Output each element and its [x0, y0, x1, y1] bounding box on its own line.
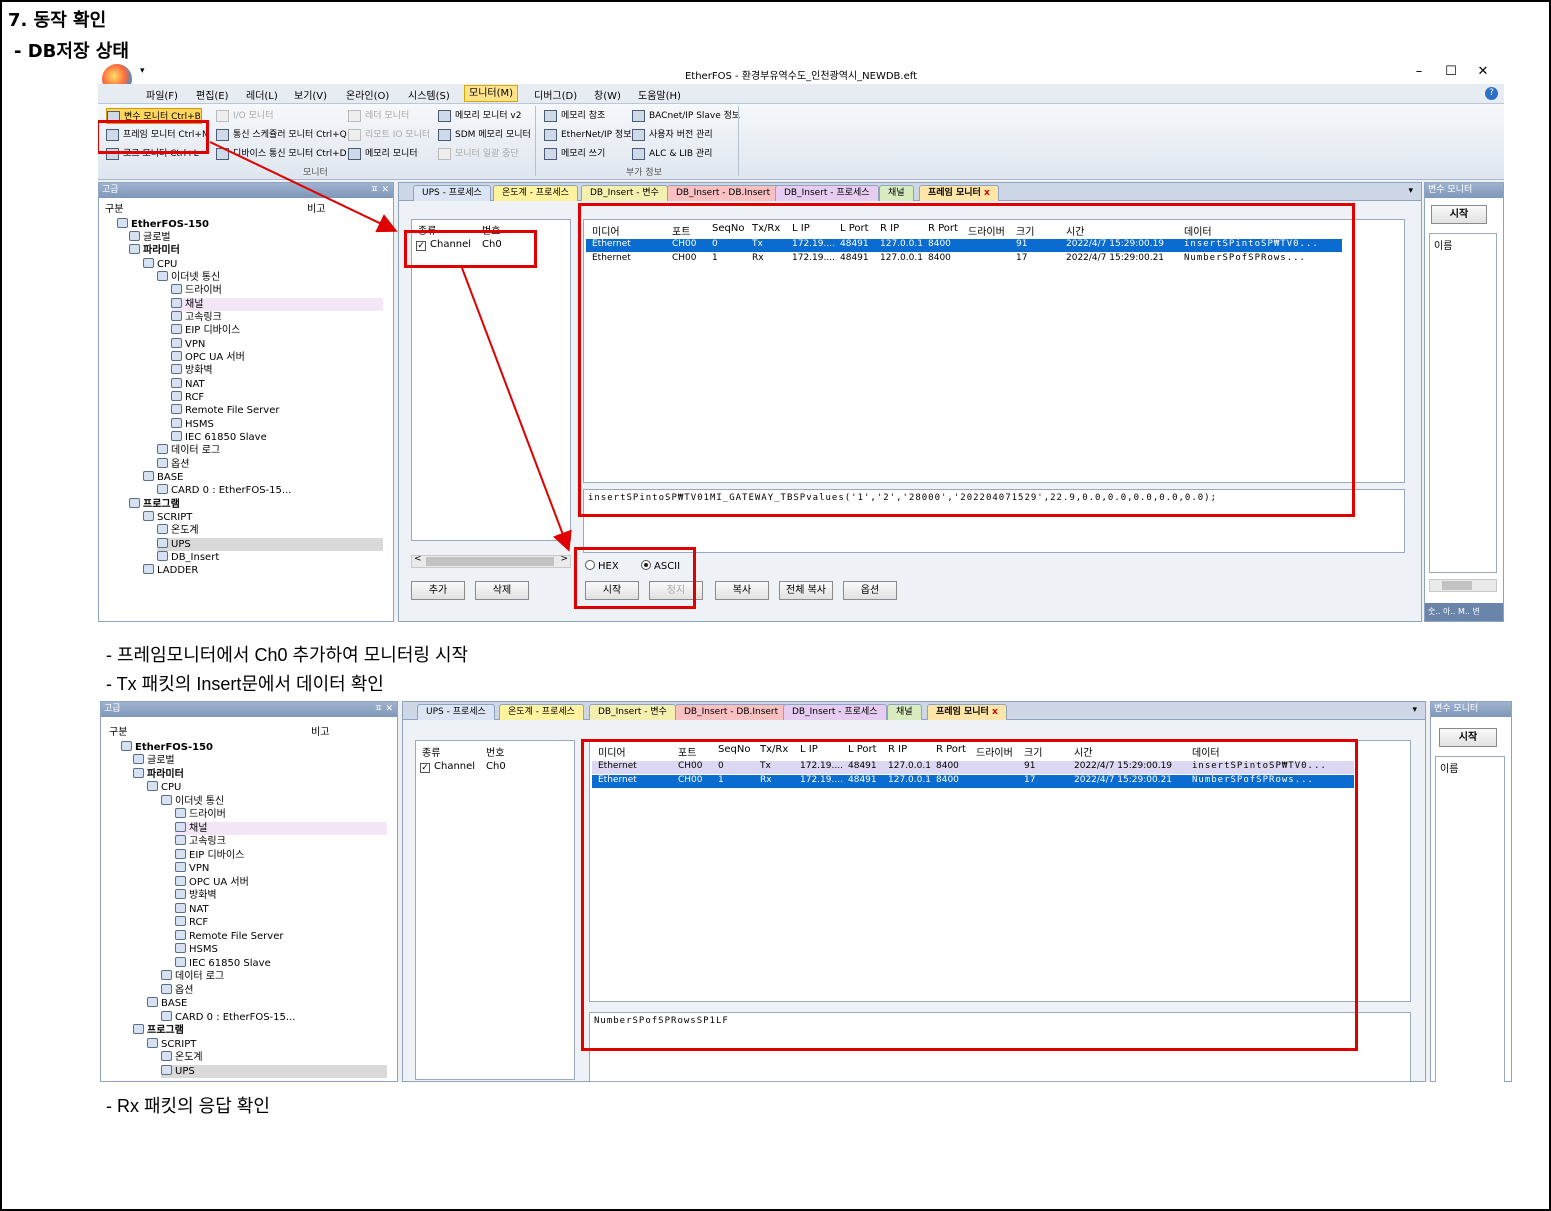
tree-item-ups[interactable]: UPS: [161, 1065, 387, 1078]
tab-frame-monitor[interactable]: 프레임 모니터 x: [927, 704, 1007, 720]
nat-icon: [175, 903, 186, 913]
var-col-name: 이름: [1440, 764, 1459, 775]
tab-dbinsert-dbinsert[interactable]: DB_Insert - DB.Insert: [675, 704, 788, 720]
tab-close-icon[interactable]: x: [992, 707, 998, 717]
tree-item-highspeed-link[interactable]: 고속링크: [175, 835, 226, 848]
tree-item-card0[interactable]: CARD 0 : EtherFOS-15...: [161, 1011, 295, 1024]
tab-dbinsert-variable[interactable]: DB_Insert - 변수: [589, 704, 676, 720]
project-tree-panel: 고급 ㅍ ✕ 구분 비고 EtherFOS-150 글로벌 파라미터 CPU 이더…: [100, 701, 398, 1082]
tree-item-eip-device[interactable]: EIP 디바이스: [175, 849, 244, 862]
base-icon: [147, 997, 158, 1007]
channel-checkbox[interactable]: ✓: [420, 763, 430, 773]
var-monitor-start-button[interactable]: 시작: [1439, 728, 1497, 747]
variable-monitor-panel: 변수 모니터 시작 이름: [1430, 701, 1512, 1082]
tree-item-ethernet[interactable]: 이더넷 통신: [161, 795, 224, 808]
rcf-icon: [175, 916, 186, 926]
document-page: 7. 동작 확인 - DB저장 상태 ▾ EtherFOS - 환경부유역수도_…: [0, 0, 1551, 1211]
cpu-icon: [147, 781, 158, 791]
tree-item-script[interactable]: SCRIPT: [147, 1038, 196, 1051]
var-monitor-header: 변수 모니터: [1431, 702, 1511, 717]
tree-item-driver[interactable]: 드라이버: [175, 808, 226, 821]
tree-item-thermometer[interactable]: 온도계: [161, 1051, 203, 1064]
tree-item-nat[interactable]: NAT: [175, 903, 209, 916]
tree-item-program[interactable]: 프로그램: [133, 1024, 184, 1037]
panel-pin-icon[interactable]: ㅍ ✕: [374, 702, 393, 717]
gear-icon: [161, 984, 172, 994]
script-item-icon: [161, 1051, 172, 1061]
tab-ups-process[interactable]: UPS - 프로세스: [417, 704, 495, 720]
program-icon: [133, 1024, 144, 1034]
tree-item-cpu[interactable]: CPU: [147, 781, 181, 794]
tree-col-name: 구분: [109, 727, 128, 738]
script-item-icon: [161, 1065, 172, 1075]
document-tabs: UPS - 프로세스 온도계 - 프로세스 DB_Insert - 변수 DB_…: [403, 702, 1425, 720]
tree-item-etherfos[interactable]: EtherFOS-150: [121, 741, 213, 754]
hsms-icon: [175, 943, 186, 953]
tree-item-remote-file-server[interactable]: Remote File Server: [175, 930, 283, 943]
vpn-icon: [175, 862, 186, 872]
server-icon: [175, 876, 186, 886]
tab-list-dropdown[interactable]: ▾: [1412, 705, 1417, 715]
file-server-icon: [175, 930, 186, 940]
channel-row[interactable]: ✓ Channel: [420, 761, 475, 773]
tree-item-data-log[interactable]: 데이터 로그: [161, 970, 224, 983]
annotation-arrows: [209, 141, 572, 552]
channel-number: Ch0: [486, 761, 506, 772]
tree-col-note: 비고: [311, 727, 330, 738]
tree-item-iec61850[interactable]: IEC 61850 Slave: [175, 957, 271, 970]
col-number: 번호: [486, 748, 505, 759]
eip-icon: [175, 849, 186, 859]
network-icon: [161, 795, 172, 805]
driver-icon: [175, 808, 186, 818]
tree-panel-header: 고급 ㅍ ✕: [101, 702, 397, 717]
globe-icon: [133, 754, 144, 764]
iec-icon: [175, 957, 186, 967]
tree-item-firewall[interactable]: 방화벽: [175, 889, 217, 902]
var-monitor-list: 이름: [1435, 756, 1505, 1082]
log-icon: [161, 970, 172, 980]
script-icon: [147, 1038, 158, 1048]
tree-item-opcua[interactable]: OPC UA 서버: [175, 876, 249, 889]
note-add-channel: - 프레임모니터에서 Ch0 추가하여 모니터링 시작: [106, 645, 469, 665]
note-rx-response: - Rx 패킷의 응답 확인: [106, 1096, 270, 1116]
tab-thermometer-process[interactable]: 온도계 - 프로세스: [499, 704, 584, 720]
note-tx-insert: - Tx 패킷의 Insert문에서 데이터 확인: [106, 674, 384, 694]
screenshot-frame-monitor-tx: ▾ EtherFOS - 환경부유역수도_인천광역시_NEWDB.eft – ☐…: [98, 62, 1504, 622]
tree-item-rcf[interactable]: RCF: [175, 916, 208, 929]
tree-item-options[interactable]: 옵션: [161, 984, 193, 997]
tree-item-vpn[interactable]: VPN: [175, 862, 209, 875]
doc-subheading: - DB저장 상태: [14, 41, 129, 62]
tree-item-global[interactable]: 글로벌: [133, 754, 175, 767]
col-kind: 종류: [422, 748, 441, 759]
tree-item-hsms[interactable]: HSMS: [175, 943, 218, 956]
screenshot-frame-monitor-rx: 고급 ㅍ ✕ 구분 비고 EtherFOS-150 글로벌 파라미터 CPU 이더…: [100, 701, 1512, 1082]
link-icon: [175, 835, 186, 845]
firewall-icon: [175, 889, 186, 899]
tab-channel[interactable]: 채널: [887, 704, 922, 720]
device-icon: [121, 741, 132, 751]
doc-heading: 7. 동작 확인: [8, 10, 107, 31]
channel-icon: [175, 822, 186, 832]
tree-item-parameter[interactable]: 파라미터: [133, 768, 184, 781]
channel-list: 종류 번호 ✓ Channel Ch0: [415, 740, 575, 1080]
tree-item-base[interactable]: BASE: [147, 997, 187, 1010]
tab-dbinsert-process[interactable]: DB_Insert - 프로세스: [783, 704, 887, 720]
annotation-table-box: [581, 739, 1358, 1051]
card-icon: [161, 1011, 172, 1021]
tree-item-channel[interactable]: 채널: [175, 822, 387, 835]
parameter-icon: [133, 768, 144, 778]
